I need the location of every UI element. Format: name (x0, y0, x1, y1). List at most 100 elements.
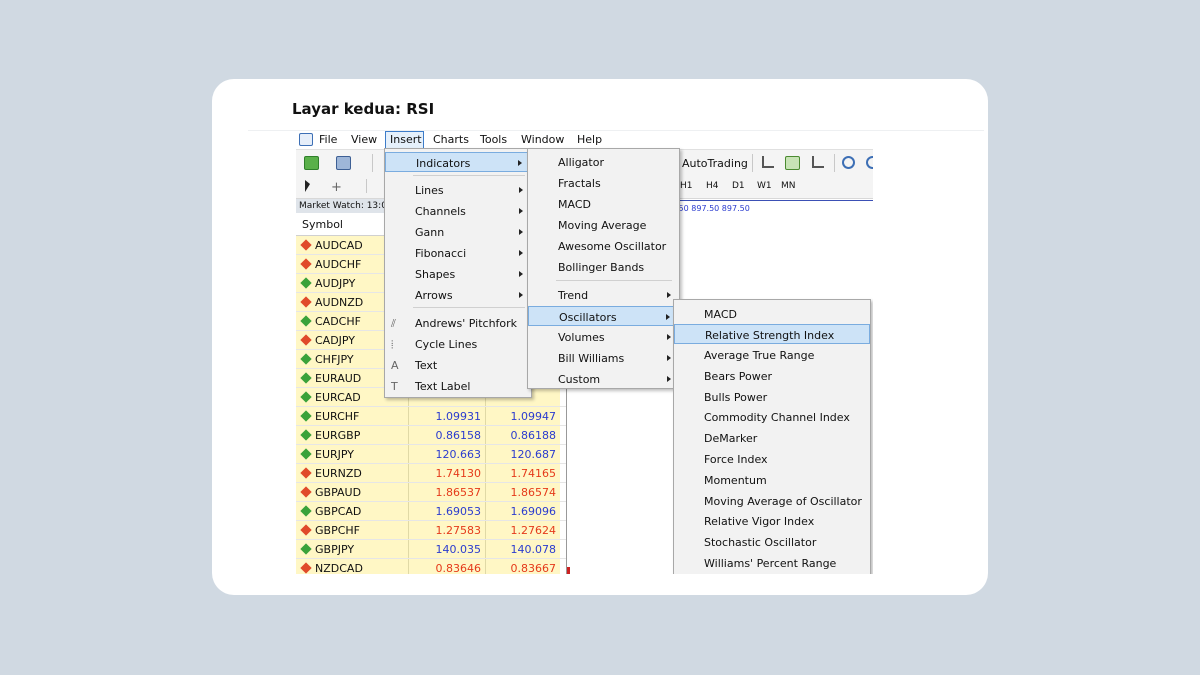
table-row[interactable]: GBPCHF 1.27583 1.27624 (296, 521, 566, 540)
menu-item-andrews-pitchfork[interactable]: ⫽ Andrews' Pitchfork (385, 313, 531, 333)
menu-item-bill-williams[interactable]: Bill Williams (528, 348, 679, 368)
menu-charts[interactable]: Charts (433, 133, 469, 146)
autotrading-button[interactable]: AutoTrading (682, 157, 748, 170)
table-row[interactable]: EURJPY 120.663 120.687 (296, 445, 566, 464)
menu-insert[interactable]: Insert (390, 133, 422, 146)
menu-item-label: Force Index (704, 453, 768, 466)
menu-item-macd[interactable]: MACD (674, 304, 870, 324)
timeframe-mn[interactable]: MN (781, 181, 796, 191)
symbol-name: GBPCHF (315, 524, 360, 537)
profiles-icon[interactable] (336, 156, 351, 170)
app-icon[interactable] (299, 133, 313, 146)
ask-cell: 1.09947 (486, 407, 560, 425)
timeframe-h1[interactable]: H1 (680, 181, 693, 191)
table-row[interactable]: NZDCAD 0.83646 0.83667 (296, 559, 566, 574)
table-row[interactable]: EURNZD 1.74130 1.74165 (296, 464, 566, 483)
menu-item-moving-average[interactable]: Moving Average (528, 215, 679, 235)
menu-item-commodity-channel-index[interactable]: Commodity Channel Index (674, 407, 870, 427)
table-row[interactable]: EURCHF 1.09931 1.09947 (296, 407, 566, 426)
menu-item-cycle-lines[interactable]: ⦙ Cycle Lines (385, 334, 531, 354)
menu-item-arrows[interactable]: Arrows (385, 285, 531, 305)
menu-item-force-index[interactable]: Force Index (674, 449, 870, 469)
menu-item-volumes[interactable]: Volumes (528, 327, 679, 347)
table-row[interactable]: GBPAUD 1.86537 1.86574 (296, 483, 566, 502)
menu-item-trend[interactable]: Trend (528, 285, 679, 305)
timeframe-d1[interactable]: D1 (732, 181, 745, 191)
menu-item-williams-percent-range[interactable]: Williams' Percent Range (674, 553, 870, 573)
menu-item-label: Momentum (704, 474, 767, 487)
menu-item-bears-power[interactable]: Bears Power (674, 366, 870, 386)
arrow-down-icon (300, 524, 312, 536)
cycle-lines-icon: ⦙ (391, 338, 394, 351)
ask-cell: 1.74165 (486, 464, 560, 482)
symbol-cell: EURJPY (296, 445, 409, 463)
menu-item-average-true-range[interactable]: Average True Range (674, 345, 870, 365)
bid-value: 1.74130 (435, 467, 482, 480)
menu-item-awesome-oscillator[interactable]: Awesome Oscillator (528, 236, 679, 256)
table-row[interactable]: GBPCAD 1.69053 1.69096 (296, 502, 566, 521)
menu-item-indicators[interactable]: Indicators (385, 152, 531, 172)
menu-item-relative-strength-index[interactable]: Relative Strength Index (674, 324, 870, 344)
bar-chart-icon[interactable] (762, 156, 774, 168)
menu-tools[interactable]: Tools (480, 133, 507, 146)
menu-item-oscillators[interactable]: Oscillators (528, 306, 679, 326)
menu-item-alligator[interactable]: Alligator (528, 152, 679, 172)
symbol-name: EURCAD (315, 391, 361, 404)
candlestick-icon[interactable] (785, 156, 800, 170)
menu-item-relative-vigor-index[interactable]: Relative Vigor Index (674, 511, 870, 531)
arrow-up-icon (300, 353, 312, 365)
menu-item-bollinger-bands[interactable]: Bollinger Bands (528, 257, 679, 277)
menu-file[interactable]: File (319, 133, 337, 146)
menu-window[interactable]: Window (521, 133, 564, 146)
menu-help[interactable]: Help (577, 133, 602, 146)
menu-item-text-label[interactable]: T Text Label (385, 376, 531, 396)
crosshair-icon[interactable]: + (331, 180, 342, 195)
menu-item-demarker[interactable]: DeMarker (674, 428, 870, 448)
menu-item-label: Volumes (558, 331, 605, 344)
menu-item-label: Andrews' Pitchfork (415, 317, 518, 330)
screenshot: File View Insert Charts Tools Window Hel… (296, 131, 873, 574)
timeframe-h4[interactable]: H4 (706, 181, 719, 191)
zoom-out-icon[interactable] (866, 156, 873, 169)
zoom-in-icon[interactable] (842, 156, 855, 169)
arrow-up-icon (300, 277, 312, 289)
menu-item-bulls-power[interactable]: Bulls Power (674, 387, 870, 407)
menu-item-custom[interactable]: Custom (528, 369, 679, 389)
menu-item-channels[interactable]: Channels (385, 201, 531, 221)
bid-cell: 1.74130 (409, 464, 486, 482)
menu-item-label: Stochastic Oscillator (704, 536, 817, 549)
menu-view[interactable]: View (351, 133, 377, 146)
symbol-cell: EURCHF (296, 407, 409, 425)
menu-item-label: Shapes (415, 268, 456, 281)
menu-item-label: Oscillators (559, 311, 617, 324)
menu-item-gann[interactable]: Gann (385, 222, 531, 242)
chevron-right-icon (667, 376, 671, 382)
bid-cell: 1.69053 (409, 502, 486, 520)
cursor-icon[interactable] (305, 180, 310, 192)
menu-item-lines[interactable]: Lines (385, 180, 531, 200)
menu-item-label: Channels (415, 205, 466, 218)
menu-item-label: Cycle Lines (415, 338, 478, 351)
timeframe-w1[interactable]: W1 (757, 181, 772, 191)
menu-item-macd[interactable]: MACD (528, 194, 679, 214)
bid-value: 120.663 (435, 448, 482, 461)
ask-cell: 0.83667 (486, 559, 560, 574)
new-chart-icon[interactable] (304, 156, 319, 170)
menu-item-fractals[interactable]: Fractals (528, 173, 679, 193)
symbol-column-header[interactable]: Symbol (302, 218, 343, 231)
symbol-name: CHFJPY (315, 353, 354, 366)
line-chart-icon[interactable] (812, 156, 824, 168)
symbol-cell: NZDCAD (296, 559, 409, 574)
menu-item-shapes[interactable]: Shapes (385, 264, 531, 284)
bid-cell: 140.035 (409, 540, 486, 558)
menu-item-moving-average-of-oscillator[interactable]: Moving Average of Oscillator (674, 491, 870, 511)
table-row[interactable]: EURGBP 0.86158 0.86188 (296, 426, 566, 445)
menu-item-stochastic-oscillator[interactable]: Stochastic Oscillator (674, 532, 870, 552)
menu-item-fibonacci[interactable]: Fibonacci (385, 243, 531, 263)
chevron-right-icon (519, 187, 523, 193)
menu-item-text[interactable]: A Text (385, 355, 531, 375)
table-row[interactable]: GBPJPY 140.035 140.078 (296, 540, 566, 559)
menu-item-momentum[interactable]: Momentum (674, 470, 870, 490)
indicators-submenu: Alligator Fractals MACD Moving Average Aweso… (527, 148, 680, 389)
menu-item-label: Custom (558, 373, 601, 386)
